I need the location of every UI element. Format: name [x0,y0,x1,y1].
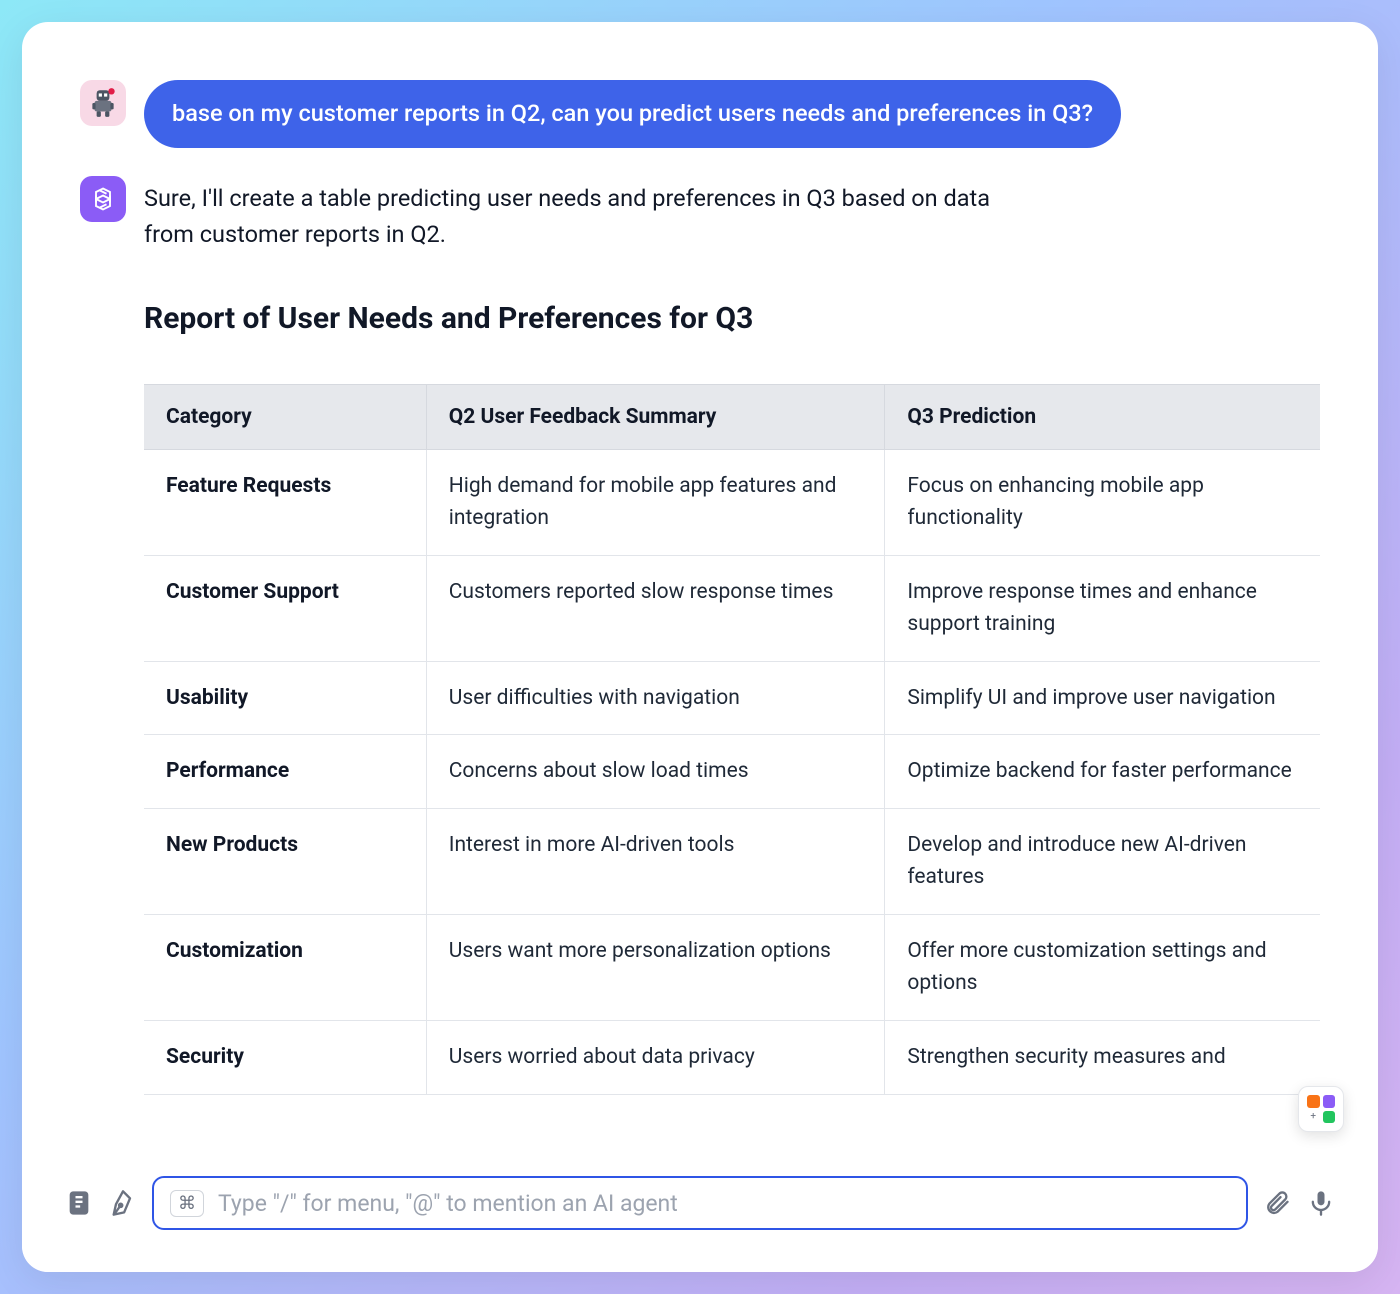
grid-dot-icon [1323,1111,1336,1124]
microphone-icon [1307,1189,1335,1217]
user-avatar-icon [86,86,120,120]
ai-message-text: Sure, I'll create a table predicting use… [144,176,1044,253]
cell-category: Customization [144,914,426,1020]
cell-q3: Improve response times and enhance suppo… [885,555,1320,661]
message-input-placeholder: Type "/" for menu, "@" to mention an AI … [218,1190,1230,1217]
cell-category: New Products [144,808,426,914]
chat-window: base on my customer reports in Q2, can y… [22,22,1378,1272]
app-grid-button[interactable]: + [1298,1086,1344,1132]
cell-q3: Optimize backend for faster performance [885,735,1320,809]
cell-q2: Users worried about data privacy [426,1021,885,1095]
report-block: Report of User Needs and Preferences for… [144,301,1320,1095]
command-key-hint: ⌘ [170,1190,204,1217]
cell-category: Feature Requests [144,449,426,555]
cell-q2: High demand for mobile app features and … [426,449,885,555]
col-header-category: Category [144,384,426,449]
attachment-button[interactable] [1262,1188,1292,1218]
ai-message-row: Sure, I'll create a table predicting use… [80,176,1320,253]
user-message-text: base on my customer reports in Q2, can y… [172,99,1093,127]
cell-q3: Focus on enhancing mobile app functional… [885,449,1320,555]
table-row: Feature Requests High demand for mobile … [144,449,1320,555]
table-row: Customization Users want more personaliz… [144,914,1320,1020]
grid-dot-icon [1323,1095,1336,1108]
cell-q2: Concerns about slow load times [426,735,885,809]
cell-q3: Offer more customization settings and op… [885,914,1320,1020]
composer-bar: ⌘ Type "/" for menu, "@" to mention an A… [22,1158,1378,1272]
table-row: Usability User difficulties with navigat… [144,661,1320,735]
table-row: Customer Support Customers reported slow… [144,555,1320,661]
chat-scroll-area: base on my customer reports in Q2, can y… [22,22,1378,1158]
microphone-button[interactable] [1306,1188,1336,1218]
cell-q2: Interest in more AI-driven tools [426,808,885,914]
paperclip-icon [1263,1189,1291,1217]
user-message-row: base on my customer reports in Q2, can y… [80,80,1320,148]
report-title: Report of User Needs and Preferences for… [144,301,1320,336]
cell-category: Security [144,1021,426,1095]
ai-avatar [80,176,126,222]
cell-category: Performance [144,735,426,809]
grid-dot-icon [1307,1095,1320,1108]
cell-q3: Develop and introduce new AI-driven feat… [885,808,1320,914]
table-row: Security Users worried about data privac… [144,1021,1320,1095]
report-table: Category Q2 User Feedback Summary Q3 Pre… [144,384,1320,1095]
notebook-button[interactable] [64,1188,94,1218]
cell-q2: User difficulties with navigation [426,661,885,735]
pen-button[interactable] [108,1188,138,1218]
notebook-icon [65,1189,93,1217]
cell-q2: Users want more personalization options [426,914,885,1020]
cell-q3: Simplify UI and improve user navigation [885,661,1320,735]
table-row: Performance Concerns about slow load tim… [144,735,1320,809]
cell-category: Customer Support [144,555,426,661]
pen-nib-icon [109,1189,137,1217]
table-body: Feature Requests High demand for mobile … [144,449,1320,1094]
cell-q3: Strengthen security measures and [885,1021,1320,1095]
user-avatar [80,80,126,126]
col-header-q2: Q2 User Feedback Summary [426,384,885,449]
table-header-row: Category Q2 User Feedback Summary Q3 Pre… [144,384,1320,449]
plus-icon: + [1307,1111,1320,1124]
message-input[interactable]: ⌘ Type "/" for menu, "@" to mention an A… [152,1176,1248,1230]
cell-q2: Customers reported slow response times [426,555,885,661]
table-row: New Products Interest in more AI-driven … [144,808,1320,914]
cell-category: Usability [144,661,426,735]
col-header-q3: Q3 Prediction [885,384,1320,449]
openai-logo-icon [89,185,117,213]
user-message-bubble: base on my customer reports in Q2, can y… [144,80,1121,148]
